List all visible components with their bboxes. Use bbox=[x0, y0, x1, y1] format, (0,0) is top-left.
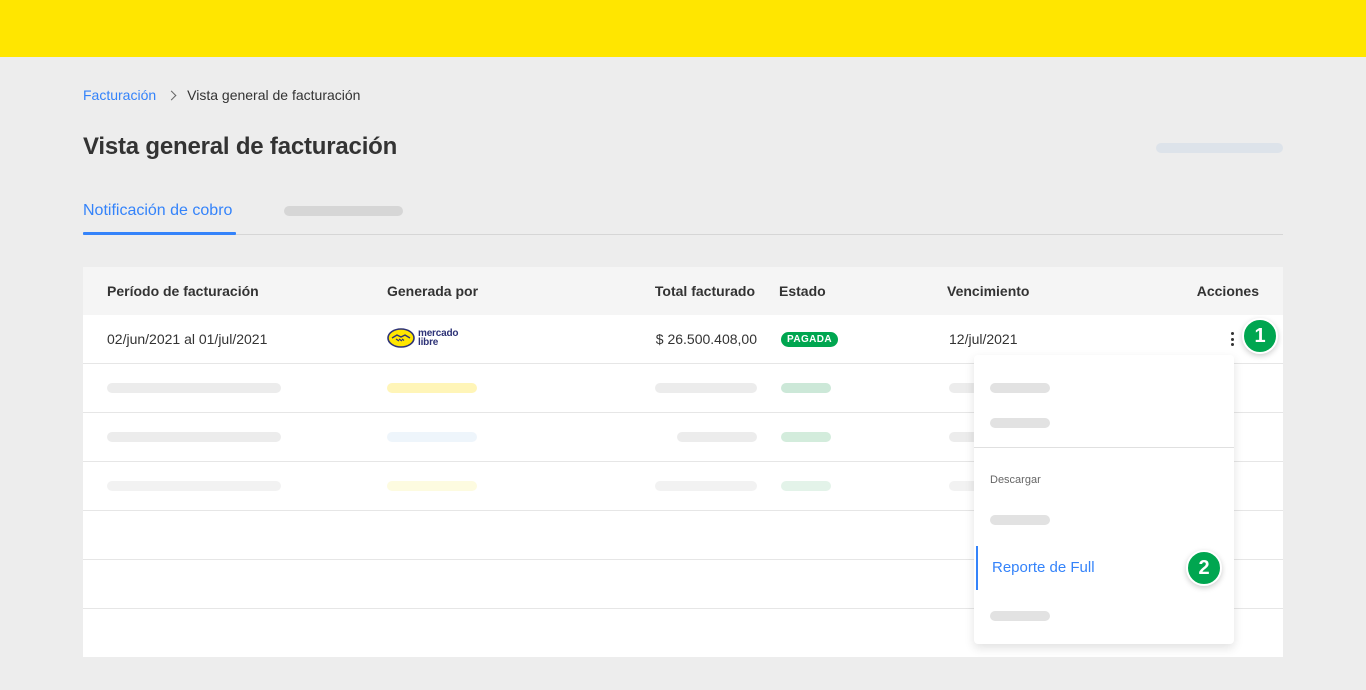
tab-bar: Notificación de cobro bbox=[83, 192, 1283, 235]
header-due-date: Vencimiento bbox=[947, 283, 1030, 299]
total-placeholder bbox=[655, 383, 757, 393]
kebab-dot bbox=[1230, 337, 1234, 341]
logo-placeholder bbox=[387, 383, 477, 393]
step-marker-1: 1 bbox=[1242, 318, 1278, 354]
actions-dropdown-menu: Descargar Reporte de Full bbox=[974, 355, 1234, 644]
header-status: Estado bbox=[779, 283, 826, 299]
period-placeholder bbox=[107, 432, 281, 442]
breadcrumb-link-facturacion[interactable]: Facturación bbox=[83, 87, 156, 103]
logo-placeholder bbox=[387, 481, 477, 491]
menu-item-placeholder[interactable] bbox=[990, 515, 1050, 525]
period-placeholder bbox=[107, 383, 281, 393]
step-marker-2: 2 bbox=[1186, 550, 1222, 586]
due-date-cell: 12/jul/2021 bbox=[949, 331, 1018, 347]
handshake-icon bbox=[387, 328, 415, 348]
breadcrumb: Facturación Vista general de facturación bbox=[83, 87, 360, 103]
chevron-right-icon bbox=[166, 90, 177, 100]
kebab-dot bbox=[1230, 343, 1234, 346]
mercado-libre-logo: mercado libre bbox=[387, 328, 458, 348]
breadcrumb-current: Vista general de facturación bbox=[187, 87, 361, 103]
period-cell: 02/jun/2021 al 01/jul/2021 bbox=[107, 331, 268, 347]
header-generated-by: Generada por bbox=[387, 283, 479, 299]
more-actions-button[interactable] bbox=[1226, 329, 1238, 349]
header-total: Total facturado bbox=[654, 283, 755, 299]
period-placeholder bbox=[107, 481, 281, 491]
menu-divider bbox=[974, 447, 1234, 448]
menu-item-placeholder[interactable] bbox=[990, 418, 1050, 428]
total-placeholder bbox=[677, 432, 757, 442]
status-badge: PAGADA bbox=[781, 332, 838, 347]
status-placeholder bbox=[781, 383, 831, 393]
tab-notificacion-de-cobro[interactable]: Notificación de cobro bbox=[83, 202, 232, 220]
menu-item-placeholder[interactable] bbox=[990, 383, 1050, 393]
total-placeholder bbox=[655, 481, 757, 491]
tab-placeholder[interactable] bbox=[284, 206, 403, 216]
status-placeholder bbox=[781, 481, 831, 491]
table-header: Período de facturación Generada por Tota… bbox=[83, 267, 1283, 315]
page-title: Vista general de facturación bbox=[83, 133, 398, 160]
header-action-placeholder bbox=[1156, 143, 1283, 153]
logo-placeholder bbox=[387, 432, 477, 442]
menu-section-label: Descargar bbox=[990, 474, 1041, 486]
top-navigation-bar bbox=[0, 0, 1366, 57]
header-actions: Acciones bbox=[1196, 283, 1259, 299]
status-placeholder bbox=[781, 432, 831, 442]
menu-item-label: Reporte de Full bbox=[992, 559, 1095, 576]
logo-text-line2: libre bbox=[418, 337, 439, 348]
total-cell: $ 26.500.408,00 bbox=[655, 331, 757, 347]
header-period: Período de facturación bbox=[107, 283, 259, 299]
kebab-dot bbox=[1230, 332, 1234, 335]
active-tab-indicator bbox=[83, 232, 236, 235]
menu-item-placeholder[interactable] bbox=[990, 611, 1050, 621]
